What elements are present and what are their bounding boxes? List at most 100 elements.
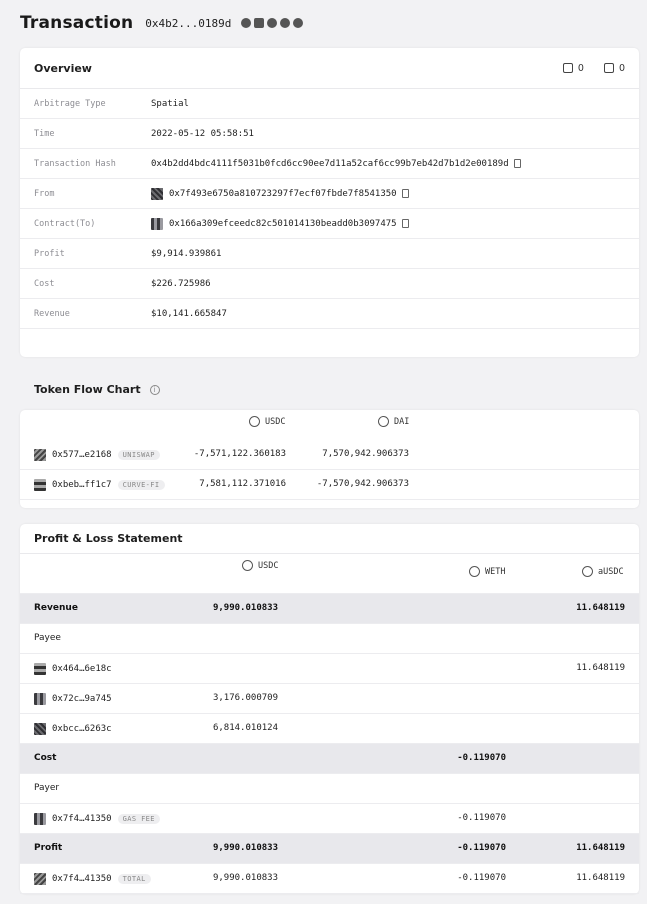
table-row: 0x464…6e18c 11.648119 [20, 654, 639, 684]
row-value: 0x4b2dd4bdc4111f5031b0fcd6cc90ee7d11a52c… [151, 159, 521, 169]
page-title: Transaction [20, 13, 134, 33]
telegram-icon[interactable] [280, 18, 291, 28]
coin-label: USDC [258, 560, 279, 571]
row-label-cell: 0x464…6e18c [34, 663, 112, 675]
info-icon[interactable]: i [149, 384, 160, 395]
row-badge: GAS FEE [117, 814, 160, 824]
like-button[interactable]: 0 [562, 62, 584, 74]
copy-icon[interactable] [401, 189, 409, 198]
row-label-cell: Cost [34, 753, 56, 763]
row-label: Profit [34, 248, 65, 259]
page-header: Transaction 0x4b2...0189d [20, 10, 304, 36]
coin-label: aUSDC [598, 566, 624, 577]
row-value: $9,914.939861 [151, 248, 222, 259]
ausdc-icon [582, 566, 593, 577]
pl-card: Profit & Loss Statement USDC WETH aUSDC … [20, 524, 639, 894]
copy-icon[interactable] [401, 219, 409, 228]
comment-button[interactable]: 0 [603, 62, 625, 74]
usdc-value: 3,176.000709 [212, 693, 278, 703]
row-label: From [34, 188, 55, 199]
row-value: 0x7f493e6750a810723297f7ecf07fbde7f85413… [151, 187, 409, 200]
usdc-value: 7,581,112.371016 [199, 479, 286, 489]
address-link[interactable]: 0xbcc…6263c [52, 724, 112, 734]
address-link[interactable]: 0x7f4…41350 [52, 874, 112, 884]
avatar [151, 187, 163, 200]
tx-hash-full: 0x4b2dd4bdc4111f5031b0fcd6cc90ee7d11a52c… [151, 158, 509, 169]
explorer-play-icon[interactable] [254, 18, 265, 28]
row-label: Arbitrage Type [34, 98, 106, 109]
table-row: 0x7f4…41350 GAS FEE -0.119070 [20, 804, 639, 834]
row-label: Profit [34, 843, 63, 853]
avatar [34, 813, 46, 825]
table-row: Payer [20, 774, 639, 804]
contract-address-link[interactable]: 0x166a309efceedc82c501014130beadd0b30974… [169, 219, 397, 229]
like-count: 0 [577, 62, 584, 74]
usdc-value: 9,990.010833 [212, 603, 278, 613]
dai-value: -7,570,942.906373 [316, 479, 409, 489]
thumbs-up-icon [562, 63, 573, 73]
table-row: 0x577…e2168 UNISWAP -7,571,122.360183 7,5… [20, 440, 639, 470]
coin-ausdc: aUSDC [582, 566, 624, 577]
weth-value: -0.119070 [457, 843, 506, 853]
row-label-cell: 0xbcc…6263c [34, 723, 112, 735]
row-label: Transaction Hash [34, 158, 116, 169]
from-address-link[interactable]: 0x7f493e6750a810723297f7ecf07fbde7f85413… [169, 189, 397, 199]
row-label-cell: 0x72c…9a745 [34, 693, 112, 705]
row-label: Cost [34, 753, 57, 763]
etherscan-icon[interactable] [241, 18, 252, 28]
address-cell: 0xbeb…ff1c7 CURVE-FI [34, 479, 165, 491]
overview-row-profit: Profit $9,914.939861 [20, 239, 639, 269]
row-label: Revenue [34, 603, 78, 613]
ausdc-value: 11.648119 [576, 663, 625, 673]
row-value: $10,141.665847 [151, 308, 227, 319]
overview-row-contract: Contract(To) 0x166a309efceedc82c501014130… [20, 209, 639, 239]
table-row: 0x7f4…41350 TOTAL 9,990.010833 -0.119070 11.… [20, 864, 639, 894]
twitter-icon[interactable] [267, 18, 278, 28]
row-value: Spatial [151, 98, 189, 109]
comment-icon [603, 63, 614, 73]
row-label-cell: Payee [34, 633, 61, 643]
table-row: 0xbeb…ff1c7 CURVE-FI 7,581,112.371016 -7,… [20, 470, 639, 500]
row-label: Time [34, 128, 55, 139]
row-label-cell: Payer [34, 783, 59, 793]
address-link[interactable]: 0x7f4…41350 [52, 814, 112, 824]
ausdc-value: 11.648119 [576, 843, 625, 853]
coin-weth: WETH [469, 566, 505, 577]
row-label-cell: Profit [34, 843, 62, 853]
address-link[interactable]: 0x464…6e18c [52, 664, 112, 674]
comment-count: 0 [618, 62, 625, 74]
avatar [34, 693, 46, 705]
weth-value: -0.119070 [457, 753, 506, 763]
weth-icon [469, 566, 480, 577]
copy-icon[interactable] [513, 159, 521, 168]
pl-title: Profit & Loss Statement [34, 532, 183, 545]
pl-section-row: Cost -0.119070 [20, 744, 639, 774]
coin-dai: DAI [378, 416, 409, 427]
coin-label: DAI [394, 416, 410, 427]
ausdc-value: 11.648119 [576, 873, 625, 883]
address-cell: 0x577…e2168 UNISWAP [34, 449, 160, 461]
pl-rows: Revenue 9,990.010833 11.648119 Payee 0x464…6… [20, 594, 639, 894]
overview-row-tx-hash: Transaction Hash 0x4b2dd4bdc4111f5031b0fc… [20, 149, 639, 179]
row-badge: TOTAL [117, 874, 151, 884]
overview-row-from: From 0x7f493e6750a810723297f7ecf07fbde7f8… [20, 179, 639, 209]
coin-usdc: USDC [242, 560, 278, 571]
address-link[interactable]: 0xbeb…ff1c7 [52, 480, 112, 490]
row-value: $226.725986 [151, 278, 211, 289]
coin-label: WETH [485, 566, 506, 577]
protocol-badge: UNISWAP [117, 450, 160, 460]
token-flow-heading: Token Flow Chart i [34, 383, 160, 396]
row-label-cell: Revenue [34, 603, 78, 613]
row-label-cell: 0x7f4…41350 TOTAL [34, 873, 151, 885]
protocol-badge: CURVE-FI [117, 480, 165, 490]
address-link[interactable]: 0x577…e2168 [52, 450, 112, 460]
avatar [34, 479, 46, 491]
pl-coins: USDC WETH aUSDC [20, 554, 639, 594]
avatar [34, 663, 46, 675]
tx-hash-short[interactable]: 0x4b2...0189d [145, 17, 231, 30]
row-label: Contract(To) [34, 218, 96, 229]
pl-section-row: Profit 9,990.010833 -0.119070 11.648119 [20, 834, 639, 864]
address-link[interactable]: 0x72c…9a745 [52, 694, 112, 704]
reddit-icon[interactable] [293, 18, 304, 28]
ausdc-value: 11.648119 [576, 603, 625, 613]
